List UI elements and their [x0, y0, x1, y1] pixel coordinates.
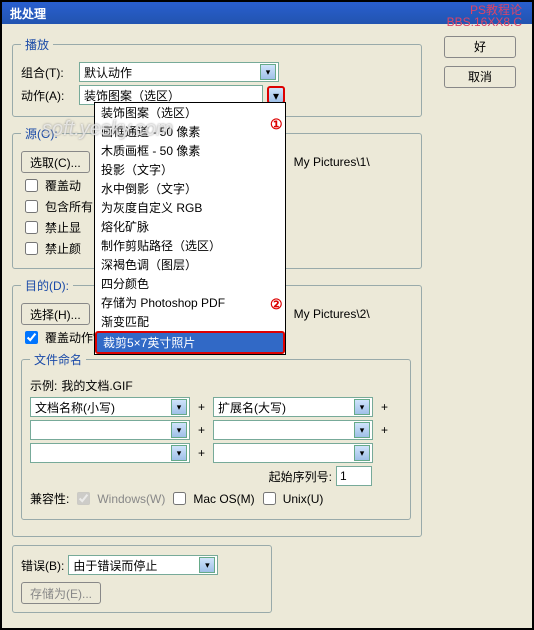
chevron-down-icon[interactable]: ▾ [199, 557, 215, 573]
include-all-checkbox[interactable] [25, 200, 38, 213]
naming-legend: 文件命名 [30, 351, 86, 368]
annotation-2: ② [270, 296, 283, 313]
name-field-4[interactable]: ▾ [213, 420, 373, 440]
cancel-button[interactable]: 取消 [444, 66, 516, 88]
compat-mac-checkbox[interactable] [173, 492, 186, 505]
error-combo[interactable]: 由于错误而停止 ▾ [68, 555, 218, 575]
name-field-6[interactable]: ▾ [213, 443, 373, 463]
suppress-color-checkbox[interactable] [25, 242, 38, 255]
dest-legend: 目的(D): [21, 277, 73, 294]
action-dropdown[interactable]: 装饰图案（选区） 画框通道 - 50 像素 木质画框 - 50 像素 投影（文字… [94, 102, 286, 355]
choose-dest-button[interactable]: 选择(H)... [21, 303, 90, 325]
name-field-5[interactable]: ▾ [30, 443, 190, 463]
dropdown-option[interactable]: 存储为 Photoshop PDF [95, 293, 285, 312]
set-combo[interactable]: 默认动作 ▾ [79, 62, 279, 82]
source-legend: 源(O): [21, 125, 62, 142]
save-as-button: 存储为(E)... [21, 582, 101, 604]
dropdown-option[interactable]: 为灰度自定义 RGB [95, 198, 285, 217]
source-path: My Pictures\1\ [294, 155, 370, 169]
ok-button[interactable]: 好 [444, 36, 516, 58]
name-field-2[interactable]: 扩展名(大写)▾ [213, 397, 373, 417]
dropdown-option[interactable]: 四分颜色 [95, 274, 285, 293]
dest-path: My Pictures\2\ [294, 307, 370, 321]
dropdown-option[interactable]: 渐变匹配 [95, 312, 285, 331]
dropdown-option[interactable]: 画框通道 - 50 像素 [95, 122, 285, 141]
error-label: 错误(B): [21, 557, 64, 574]
action-label: 动作(A): [21, 87, 75, 104]
chevron-down-icon[interactable]: ▾ [171, 399, 187, 415]
dropdown-option[interactable]: 制作剪贴路径（选区） [95, 236, 285, 255]
suppress-display-checkbox[interactable] [25, 221, 38, 234]
choose-source-button[interactable]: 选取(C)... [21, 151, 90, 173]
compat-windows-checkbox [77, 492, 90, 505]
chevron-down-icon[interactable]: ▾ [354, 399, 370, 415]
example-value: 我的文档.GIF [61, 377, 132, 394]
dropdown-option[interactable]: 装饰图案（选区） [95, 103, 285, 122]
chevron-down-icon[interactable]: ▾ [171, 445, 187, 461]
name-field-1[interactable]: 文档名称(小写)▾ [30, 397, 190, 417]
chevron-down-icon[interactable]: ▾ [171, 422, 187, 438]
chevron-down-icon[interactable]: ▾ [354, 445, 370, 461]
example-label: 示例: [30, 377, 57, 394]
dropdown-option[interactable]: 深褐色调（图层） [95, 255, 285, 274]
compat-unix-checkbox[interactable] [263, 492, 276, 505]
name-field-3[interactable]: ▾ [30, 420, 190, 440]
compat-label: 兼容性: [30, 490, 69, 507]
chevron-down-icon[interactable]: ▾ [354, 422, 370, 438]
annotation-1: ① [270, 116, 283, 133]
dropdown-option[interactable]: 木质画框 - 50 像素 [95, 141, 285, 160]
start-seq-label: 起始序列号: [269, 468, 332, 485]
naming-group: 文件命名 示例: 我的文档.GIF 文档名称(小写)▾ + 扩展名(大写)▾ +… [21, 351, 411, 520]
dropdown-option[interactable]: 水中倒影（文字） [95, 179, 285, 198]
dropdown-option[interactable]: 熔化矿脉 [95, 217, 285, 236]
dropdown-option[interactable]: 投影（文字） [95, 160, 285, 179]
dropdown-option-selected[interactable]: 裁剪5×7英寸照片 [95, 331, 285, 354]
set-label: 组合(T): [21, 64, 75, 81]
chevron-down-icon[interactable]: ▾ [260, 64, 276, 80]
play-legend: 播放 [21, 36, 53, 53]
window-title: 批处理 [10, 7, 46, 21]
start-seq-input[interactable] [336, 466, 372, 486]
override-open-checkbox[interactable] [25, 179, 38, 192]
error-group: 错误(B): 由于错误而停止 ▾ 存储为(E)... [12, 545, 272, 613]
override-save-checkbox[interactable] [25, 331, 38, 344]
